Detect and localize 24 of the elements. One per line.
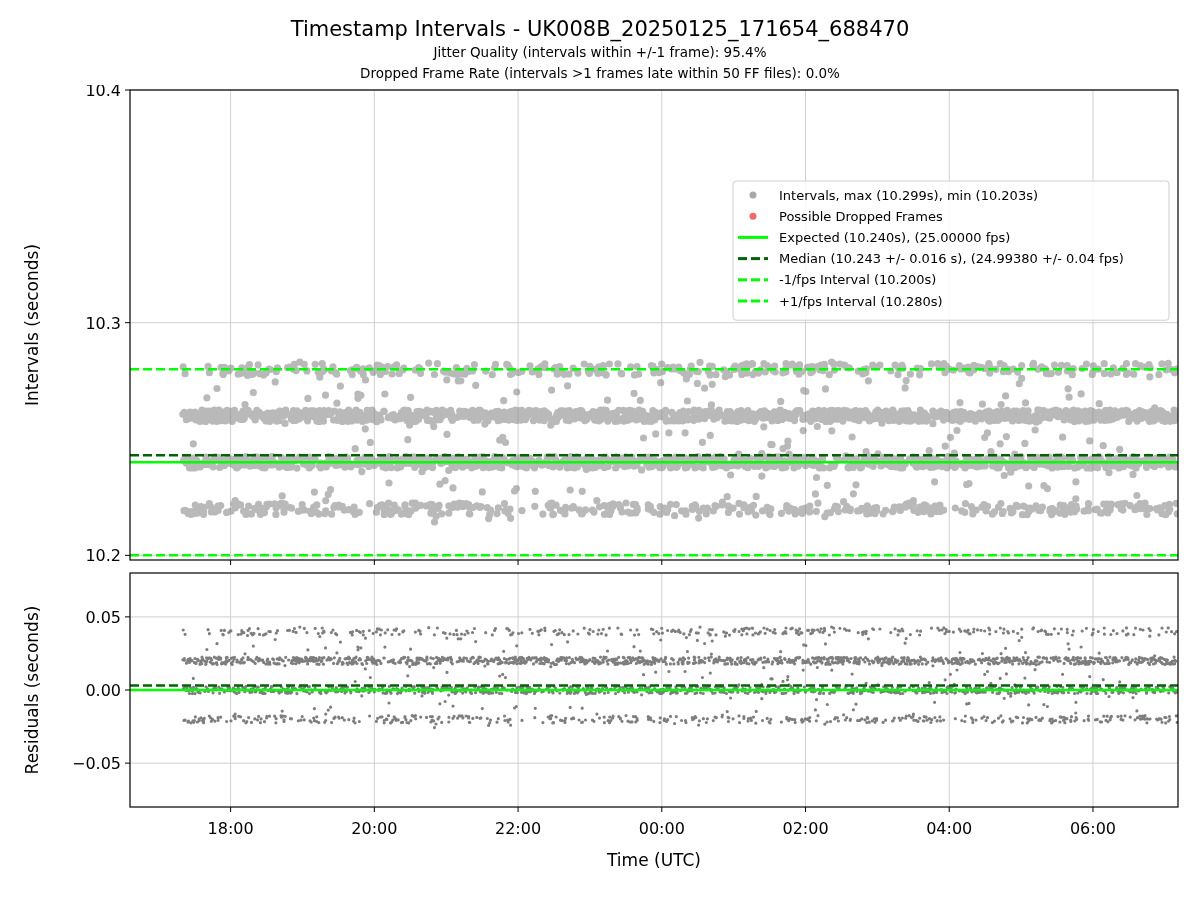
chart-subtitle: Dropped Frame Rate (intervals >1 frames late within 50 FF files): 0.0% (360, 64, 840, 83)
x-tick-label: 02:00 (782, 819, 829, 838)
x-tick-label: 18:00 (207, 819, 254, 838)
x-tick-label: 06:00 (1069, 819, 1116, 838)
y-tick-label: 10.2 (85, 546, 121, 565)
legend-label: Median (10.243 +/- 0.016 s), (24.99380 +/- 0.04 fps) (779, 251, 1124, 267)
legend-label: Expected (10.240s), (25.00000 fps) (779, 229, 1011, 245)
chart-subtitle: Jitter Quality (intervals within +/-1 frame): 95.4% (433, 43, 767, 62)
legend-label: Intervals, max (10.299s), min (10.203s) (779, 187, 1038, 203)
y-tick-label: 10.3 (85, 313, 121, 333)
x-axis-label: Time (UTC) (607, 850, 701, 870)
legend-label: -1/fps Interval (10.200s) (779, 272, 937, 288)
x-tick-label: 04:00 (926, 819, 973, 838)
y-tick-label: 0.00 (85, 681, 121, 700)
legend-label: Possible Dropped Frames (779, 208, 943, 224)
y-axis-label: Residuals (seconds) (22, 605, 42, 775)
y-axis-label: Intervals (seconds) (22, 243, 42, 407)
legend-label: +1/fps Interval (10.280s) (779, 293, 943, 309)
y-tick-label: 0.05 (85, 607, 121, 627)
x-tick-label: 00:00 (638, 819, 685, 838)
chart-title: Timestamp Intervals - UK008B_20250125_171654_688470 (290, 16, 910, 42)
y-tick-label: −0.05 (71, 754, 121, 774)
x-tick-label: 20:00 (351, 819, 398, 838)
x-tick-label: 22:00 (495, 819, 542, 838)
